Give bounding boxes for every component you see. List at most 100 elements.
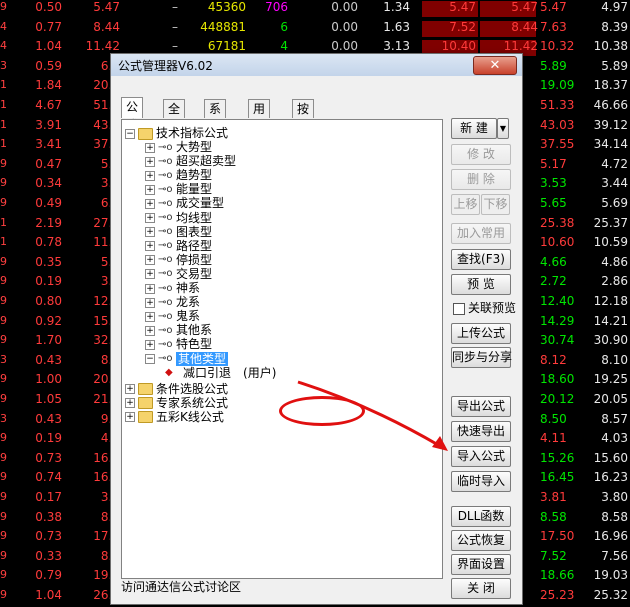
tree-item[interactable]: + ⊸o 路径型 xyxy=(145,239,212,253)
tree-item[interactable]: + ⊸o 能量型 xyxy=(145,182,212,196)
tab-all[interactable]: 全部 xyxy=(163,99,186,134)
tree-item-label: 趋势型 xyxy=(176,168,213,183)
import-button[interactable]: 导入公式 xyxy=(451,446,511,467)
move-down-button[interactable]: 下移 xyxy=(481,194,510,215)
expand-icon[interactable]: + xyxy=(145,184,155,195)
temp-import-button[interactable]: 临时导入 xyxy=(451,471,511,492)
tree-item[interactable]: + ⊸o 停损型 xyxy=(145,253,212,267)
key-icon: ⊸o xyxy=(158,353,173,364)
key-icon: ⊸o xyxy=(158,268,173,280)
tree-item[interactable]: + ⊸o 龙系 xyxy=(145,295,200,309)
quick-export-button[interactable]: 快速导出 xyxy=(451,421,511,442)
find-button[interactable]: 查找(F3) xyxy=(451,249,511,270)
related-preview-checkbox[interactable]: 关联预览 xyxy=(453,299,516,316)
tree-item[interactable]: + ⊸o 大势型 xyxy=(145,140,212,154)
tree-item-label: 神系 xyxy=(176,281,201,295)
modify-button[interactable]: 修 改 xyxy=(451,144,511,165)
export-button[interactable]: 导出公式 xyxy=(451,396,511,417)
tab-system[interactable]: 系统 xyxy=(204,99,227,134)
ui-settings-button[interactable]: 界面设置 xyxy=(451,554,511,575)
expand-icon[interactable]: + xyxy=(125,412,135,423)
expand-icon[interactable]: + xyxy=(145,156,155,167)
expand-icon[interactable]: + xyxy=(145,241,155,252)
expand-icon[interactable]: + xyxy=(145,255,155,266)
key-icon: ⊸o xyxy=(158,338,173,350)
add-common-button[interactable]: 加入常用 xyxy=(451,223,511,244)
upload-button[interactable]: 上传公式 xyxy=(451,323,511,344)
close-icon[interactable]: ✕ xyxy=(473,56,517,75)
tree-folder[interactable]: + 五彩K线公式 xyxy=(125,410,224,424)
title-bar: 公式管理器V6.02 ✕ xyxy=(111,54,522,76)
tree-item-label: 特色型 xyxy=(176,337,213,352)
tree-item-label: 图表型 xyxy=(176,224,213,239)
tree-item-other-types[interactable]: − ⊸o 其他类型 xyxy=(145,351,229,366)
tree-item-label: 龙系 xyxy=(176,295,201,310)
tree-item[interactable]: + ⊸o 超买超卖型 xyxy=(145,154,236,168)
folder-icon xyxy=(138,397,153,410)
expand-icon[interactable]: + xyxy=(125,398,135,409)
quote-cell-c11: 25.32 xyxy=(593,588,628,602)
tree-item[interactable]: + ⊸o 趋势型 xyxy=(145,168,212,182)
expand-icon[interactable]: + xyxy=(145,325,155,336)
tree-item-label: 其他系 xyxy=(176,323,213,338)
expand-icon[interactable]: + xyxy=(145,297,155,308)
tree-technical-indicators[interactable]: − 技术指标公式 xyxy=(125,126,228,140)
move-up-button[interactable]: 上移 xyxy=(451,194,480,215)
expand-icon[interactable]: + xyxy=(145,311,155,322)
tree-item-label: 停损型 xyxy=(176,252,213,267)
expand-icon[interactable]: + xyxy=(145,269,155,280)
expand-icon[interactable]: + xyxy=(145,198,155,209)
new-dropdown-icon[interactable]: ▼ xyxy=(497,118,509,139)
quote-cell-c1: 1.04 xyxy=(35,588,62,602)
close-button[interactable]: 关 闭 xyxy=(451,578,511,599)
key-icon: ⊸o xyxy=(158,183,173,195)
key-icon: ⊸o xyxy=(158,282,173,294)
tree-item[interactable]: + ⊸o 图表型 xyxy=(145,225,212,239)
expand-icon[interactable]: + xyxy=(145,170,155,181)
expand-icon[interactable]: + xyxy=(145,339,155,350)
user-tag: (用户) xyxy=(243,365,277,380)
formula-tree[interactable]: − 技术指标公式 + ⊸o 大势型 + ⊸o 超买超卖型 + ⊸o 趋势型 + ⊸o 能量型 + ⊸o 成交量型… xyxy=(121,119,443,579)
expand-icon[interactable]: + xyxy=(145,213,155,223)
formula-manager-dialog: 公式管理器V6.02 ✕ 公式组 全部 系统 用户 按日期频度 −技术指标公式+… xyxy=(110,53,523,605)
key-icon: ⊸o xyxy=(158,226,173,238)
expand-icon[interactable]: + xyxy=(125,384,135,395)
tree-item[interactable]: + ⊸o 鬼系 xyxy=(145,309,200,323)
folder-icon xyxy=(138,411,153,424)
tree-item[interactable]: + ⊸o 其他系 xyxy=(145,323,212,337)
sync-share-button[interactable]: 同步与分享 xyxy=(451,347,512,368)
tree-item[interactable]: + ⊸o 均线型 xyxy=(145,211,212,225)
collapse-icon[interactable]: − xyxy=(125,128,135,139)
tree-folder[interactable]: + 条件选股公式 xyxy=(125,382,228,396)
highlight-circle xyxy=(279,396,365,426)
tree-sub-formula[interactable]: ◆ 减口引退 (用户) xyxy=(165,366,276,380)
expand-icon[interactable]: + xyxy=(145,227,155,238)
key-icon: ⊸o xyxy=(158,212,173,223)
restore-button[interactable]: 公式恢复 xyxy=(451,530,511,551)
quote-cell-c0: 9 xyxy=(0,588,7,601)
key-icon: ⊸o xyxy=(158,197,173,209)
tree-item[interactable]: + ⊸o 特色型 xyxy=(145,337,212,351)
preview-button[interactable]: 预 览 xyxy=(451,274,511,295)
tree-folder[interactable]: + 专家系统公式 xyxy=(125,396,228,410)
tree-item-label: 路径型 xyxy=(176,238,213,253)
folder-icon xyxy=(138,127,153,140)
forum-link[interactable]: 访问通达信公式讨论区 xyxy=(121,578,241,595)
tree-item-label: 能量型 xyxy=(176,182,213,197)
new-button[interactable]: 新 建 xyxy=(451,118,497,139)
expand-icon[interactable]: + xyxy=(145,283,155,294)
tab-date-frequency[interactable]: 按日期频度 xyxy=(292,99,315,188)
tree-item[interactable]: + ⊸o 神系 xyxy=(145,281,200,295)
delete-button[interactable]: 删 除 xyxy=(451,169,511,190)
tree-item[interactable]: + ⊸o 交易型 xyxy=(145,267,212,281)
tab-formula-group[interactable]: 公式组 xyxy=(121,97,144,150)
collapse-icon[interactable]: − xyxy=(145,354,155,364)
checkbox-box[interactable] xyxy=(453,302,465,315)
folder-icon xyxy=(138,383,153,396)
tree-item[interactable]: + ⊸o 成交量型 xyxy=(145,196,224,210)
tree-item-label: 交易型 xyxy=(176,266,213,281)
dll-function-button[interactable]: DLL函数 xyxy=(451,506,511,527)
tab-user[interactable]: 用户 xyxy=(248,99,271,134)
expand-icon[interactable]: + xyxy=(145,142,155,153)
key-icon: ⊸o xyxy=(158,310,173,322)
